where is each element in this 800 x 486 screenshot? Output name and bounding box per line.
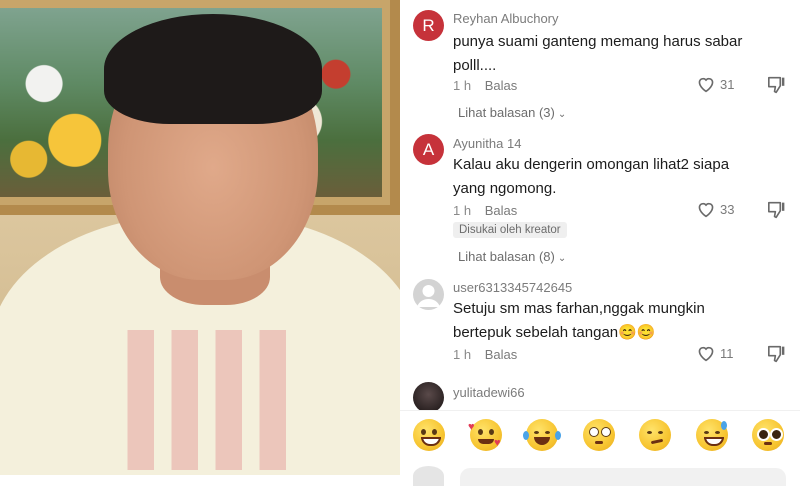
pleading-emoji[interactable]: 🥺	[752, 419, 784, 451]
view-replies-button[interactable]: Lihat balasan (8) ⌄	[458, 249, 566, 264]
reply-button[interactable]: Balas	[485, 347, 518, 362]
thumbs-down-icon	[767, 201, 785, 219]
avatar[interactable]: R	[413, 10, 444, 41]
dislike-button[interactable]	[767, 345, 787, 368]
video-frame[interactable]	[0, 0, 400, 475]
emoji-quick-bar: 😁 🥰 ♥ ♥ 😂 😳 😏	[400, 410, 800, 467]
heart-icon	[698, 77, 714, 93]
like-count: 33	[720, 201, 735, 217]
like-button[interactable]: 31	[696, 75, 734, 93]
smirk-emoji[interactable]: 😏	[639, 419, 671, 451]
comment-meta: 1 h Balas	[453, 203, 517, 218]
comment-text: punya suami ganteng memang harus sabar p…	[453, 33, 743, 74]
comment-input-area	[400, 466, 800, 486]
flushed-emoji[interactable]: 😳	[583, 419, 615, 451]
like-button[interactable]: 33	[696, 200, 734, 218]
current-user-avatar	[413, 466, 444, 486]
comment-username[interactable]: user6313345742645	[453, 280, 572, 295]
chevron-down-icon: ⌄	[557, 253, 567, 264]
comment-username[interactable]: Reyhan Albuchory	[453, 11, 559, 26]
heart-icon	[698, 202, 714, 218]
comment-time: 1 h	[453, 347, 472, 362]
smiling-hearts-emoji[interactable]: 🥰 ♥ ♥	[468, 419, 502, 451]
comment-input[interactable]	[460, 468, 786, 486]
view-replies-button[interactable]: Lihat balasan (3) ⌄	[458, 105, 566, 120]
comment-text: Setuju sm mas farhan,nggak mungkin berte…	[453, 300, 705, 341]
comment-meta: 1 h Balas	[453, 347, 517, 362]
person-hair	[104, 14, 322, 124]
default-user-icon	[417, 285, 440, 307]
dislike-button[interactable]	[767, 201, 787, 224]
like-count: 31	[720, 76, 735, 92]
avatar[interactable]: A	[413, 134, 444, 165]
avatar[interactable]	[413, 279, 444, 310]
comment-username[interactable]: yulitadewi66	[453, 385, 525, 400]
shirt-print	[110, 330, 330, 470]
comment-time: 1 h	[453, 203, 472, 218]
like-count: 11	[720, 345, 734, 361]
comment-time: 1 h	[453, 78, 472, 93]
tears-of-joy-emoji[interactable]: 😂	[523, 419, 561, 451]
creator-liked-badge: Disukai oleh kreator	[453, 222, 567, 238]
grinning-emoji[interactable]: 😁	[413, 419, 445, 451]
comment-text: Kalau aku dengerin omongan lihat2 siapa …	[453, 156, 730, 197]
sweat-smile-emoji[interactable]: 😅	[696, 419, 728, 451]
chevron-down-icon: ⌄	[557, 109, 567, 120]
heart-icon	[698, 346, 714, 362]
dislike-button[interactable]	[767, 76, 787, 99]
like-button[interactable]: 11	[696, 344, 734, 362]
avatar[interactable]	[413, 382, 444, 413]
comment-username[interactable]: Ayunitha 14	[453, 136, 521, 151]
comment-meta: 1 h Balas	[453, 78, 517, 93]
thumbs-down-icon	[767, 345, 785, 363]
thumbs-down-icon	[767, 76, 785, 94]
comments-panel[interactable]: R Reyhan Albuchory punya suami ganteng m…	[400, 0, 800, 486]
reply-button[interactable]: Balas	[485, 203, 518, 218]
reply-button[interactable]: Balas	[485, 78, 518, 93]
